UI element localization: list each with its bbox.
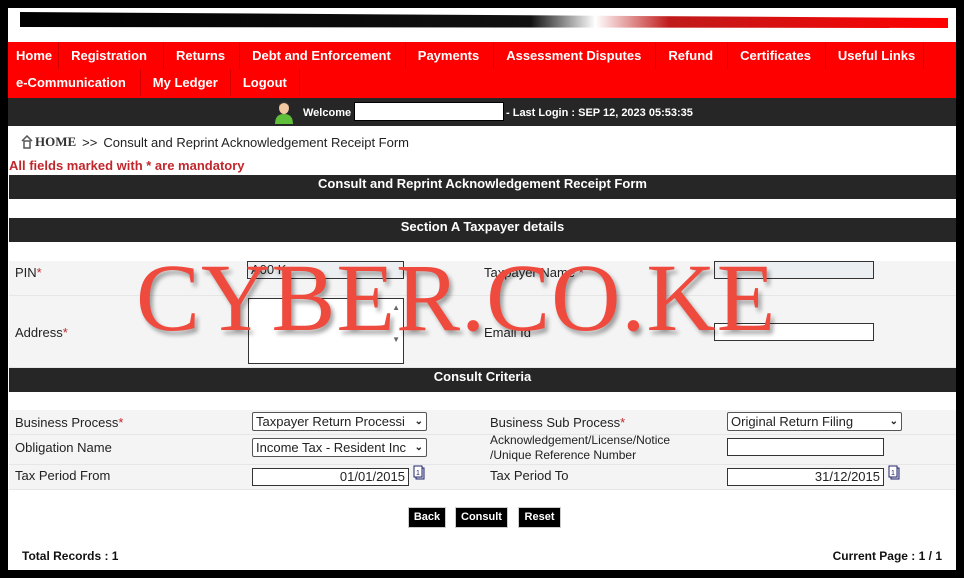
chevron-down-icon: ⌄ xyxy=(889,416,898,427)
pin-row: PIN* A00 K Taxpayer Name * xyxy=(9,261,956,296)
obligation-value: Income Tax - Resident Inc xyxy=(256,440,407,455)
svg-text:1: 1 xyxy=(416,470,420,477)
address-row: Address* ▲ ▼ Email Id xyxy=(9,296,956,368)
tax-period-to-label: Tax Period To xyxy=(490,468,569,483)
form-title-header: Consult and Reprint Acknowledgement Rece… xyxy=(9,175,956,199)
business-process-value: Taxpayer Return Processi xyxy=(256,414,405,429)
nav-debt-enforcement[interactable]: Debt and Enforcement xyxy=(240,42,406,69)
welcome-bar: Welcome - Last Login : SEP 12, 2023 05:5… xyxy=(8,98,956,126)
address-textarea[interactable]: ▲ ▼ xyxy=(248,298,404,364)
tax-period-row: Tax Period From 01/01/2015 1 Tax Period … xyxy=(9,465,956,490)
consult-button[interactable]: Consult xyxy=(455,507,508,528)
ack-number-field[interactable] xyxy=(727,438,884,456)
tax-period-from-field[interactable]: 01/01/2015 xyxy=(252,468,409,486)
business-process-row: Business Process* Taxpayer Return Proces… xyxy=(9,410,956,435)
tax-period-from-label: Tax Period From xyxy=(15,468,111,483)
nav-e-communication[interactable]: e-Communication xyxy=(8,69,141,96)
pin-label: PIN* xyxy=(15,265,42,280)
business-sub-process-select[interactable]: Original Return Filing ⌄ xyxy=(727,412,902,431)
banner-logo-stripe xyxy=(20,12,948,28)
nav-registration[interactable]: Registration xyxy=(59,42,164,69)
email-label: Email Id xyxy=(484,325,531,340)
taxpayer-name-label: Taxpayer Name * xyxy=(484,265,584,280)
breadcrumb-separator: >> xyxy=(82,134,98,150)
pin-field[interactable]: A00 K xyxy=(247,261,404,279)
nav-payments[interactable]: Payments xyxy=(406,42,495,69)
taxpayer-name-field[interactable] xyxy=(714,261,874,279)
user-avatar-icon xyxy=(275,101,293,124)
header-banner xyxy=(8,8,956,42)
nav-certificates[interactable]: Certificates xyxy=(728,42,826,69)
breadcrumb: HOME >> Consult and Reprint Acknowledgem… xyxy=(20,134,409,150)
address-label: Address* xyxy=(15,325,68,340)
nav-logout[interactable]: Logout xyxy=(231,69,300,96)
mandatory-note: All fields marked with * are mandatory xyxy=(9,158,245,173)
back-button[interactable]: Back xyxy=(408,507,446,528)
total-records: Total Records : 1 xyxy=(22,549,119,563)
nav-refund[interactable]: Refund xyxy=(656,42,729,69)
nav-assessment-disputes[interactable]: Assessment Disputes xyxy=(494,42,657,69)
business-sub-process-label: Business Sub Process* xyxy=(490,415,626,430)
ack-number-label: Acknowledgement/License/Notice/Unique Re… xyxy=(490,433,671,462)
nav-my-ledger[interactable]: My Ledger xyxy=(141,69,231,96)
nav-home[interactable]: Home xyxy=(8,42,60,69)
email-field[interactable] xyxy=(714,323,874,341)
nav-returns[interactable]: Returns xyxy=(164,42,241,69)
calendar-icon[interactable]: 1 xyxy=(888,465,900,480)
obligation-select[interactable]: Income Tax - Resident Inc ⌄ xyxy=(252,438,427,457)
section-a-header: Section A Taxpayer details xyxy=(9,218,956,242)
business-sub-process-value: Original Return Filing xyxy=(731,414,854,429)
svg-text:1: 1 xyxy=(891,470,895,477)
username-redacted xyxy=(354,102,504,121)
scroll-up-icon[interactable]: ▲ xyxy=(392,303,400,312)
last-login-text: - Last Login : SEP 12, 2023 05:53:35 xyxy=(506,107,693,119)
breadcrumb-current: Consult and Reprint Acknowledgement Rece… xyxy=(103,134,410,150)
reset-button[interactable]: Reset xyxy=(518,507,561,528)
consult-criteria-header: Consult Criteria xyxy=(9,368,956,392)
current-page: Current Page : 1 / 1 xyxy=(832,549,942,563)
welcome-label: Welcome xyxy=(303,107,352,119)
calendar-icon[interactable]: 1 xyxy=(413,465,425,480)
scroll-down-icon[interactable]: ▼ xyxy=(392,335,400,344)
breadcrumb-home-link[interactable]: HOME xyxy=(35,134,76,150)
nav-useful-links[interactable]: Useful Links xyxy=(826,42,925,69)
business-process-label: Business Process* xyxy=(15,415,124,430)
home-icon[interactable] xyxy=(20,135,34,149)
business-process-select[interactable]: Taxpayer Return Processi ⌄ xyxy=(252,412,427,431)
page-frame: Home Registration Returns Debt and Enfor… xyxy=(8,8,956,570)
main-nav: Home Registration Returns Debt and Enfor… xyxy=(8,42,956,98)
chevron-down-icon: ⌄ xyxy=(414,416,423,427)
obligation-label: Obligation Name xyxy=(15,440,112,455)
obligation-row: Obligation Name Income Tax - Resident In… xyxy=(9,433,956,465)
tax-period-to-field[interactable]: 31/12/2015 xyxy=(727,468,884,486)
chevron-down-icon: ⌄ xyxy=(414,442,423,453)
